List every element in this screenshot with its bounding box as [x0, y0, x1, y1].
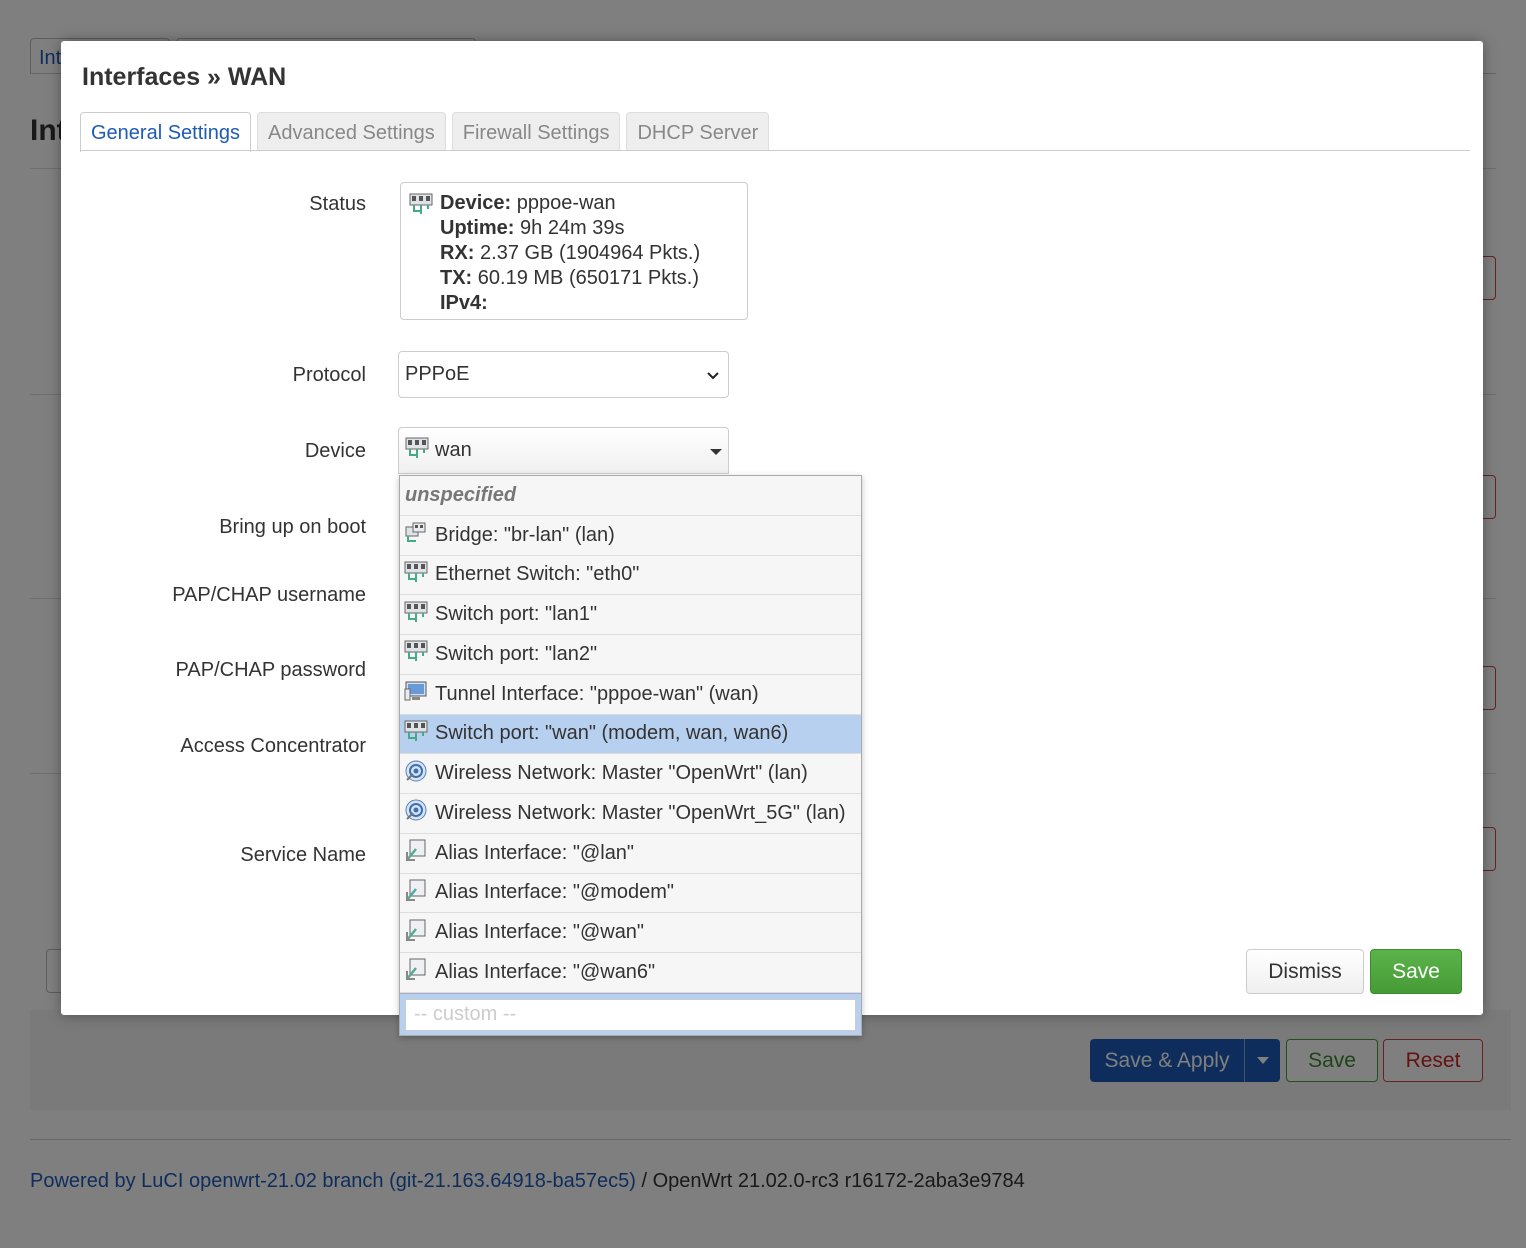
device-label: Device	[304, 440, 366, 462]
bridge-icon	[404, 521, 428, 549]
alias-icon	[404, 839, 428, 867]
dismiss-button[interactable]: Dismiss	[1246, 949, 1364, 994]
device-select[interactable]: wan	[398, 427, 729, 474]
tab-general-settings[interactable]: General Settings	[80, 112, 251, 152]
dropdown-item[interactable]: Wireless Network: Master "OpenWrt" (lan)	[400, 754, 861, 794]
dropdown-item[interactable]: Switch port: "lan1"	[400, 595, 861, 635]
dropdown-item[interactable]: Alias Interface: "@wan"	[400, 913, 861, 953]
alias-icon	[404, 879, 428, 907]
ethernet-icon	[404, 720, 428, 748]
pap-chap-username-label: PAP/CHAP username	[172, 584, 366, 606]
service-name-label: Service Name	[240, 844, 366, 866]
ethernet-icon	[404, 561, 428, 589]
caret-down-icon	[710, 449, 722, 455]
chevron-down-icon	[706, 366, 720, 389]
alias-icon	[404, 919, 428, 947]
custom-device-input[interactable]	[405, 998, 856, 1031]
tunnel-icon	[404, 680, 428, 708]
modal-title: Interfaces » WAN	[82, 63, 287, 91]
dropdown-item[interactable]: Ethernet Switch: "eth0"	[400, 556, 861, 596]
dropdown-item-selected[interactable]: Switch port: "wan" (modem, wan, wan6)	[400, 714, 861, 755]
ethernet-icon	[404, 640, 428, 668]
ethernet-icon	[404, 601, 428, 629]
device-dropdown-list: unspecified Bridge: "br-lan" (lan) Ether…	[399, 475, 862, 1036]
dropdown-item[interactable]: Wireless Network: Master "OpenWrt_5G" (l…	[400, 794, 861, 834]
save-button[interactable]: Save	[1370, 949, 1462, 994]
dropdown-item[interactable]: Alias Interface: "@lan"	[400, 834, 861, 874]
status-box: Device: pppoe-wan Uptime: 9h 24m 39s RX:…	[400, 182, 748, 320]
alias-icon	[404, 958, 428, 986]
tab-advanced-settings[interactable]: Advanced Settings	[256, 112, 446, 151]
ethernet-icon	[405, 437, 429, 465]
dropdown-item[interactable]: Tunnel Interface: "pppoe-wan" (wan)	[400, 675, 861, 715]
bring-up-on-boot-label: Bring up on boot	[219, 516, 366, 538]
access-concentrator-label: Access Concentrator	[180, 735, 366, 757]
dropdown-item[interactable]: Switch port: "lan2"	[400, 635, 861, 675]
tab-bar: General Settings Advanced Settings Firew…	[80, 112, 770, 152]
tab-firewall-settings[interactable]: Firewall Settings	[451, 112, 621, 151]
pap-chap-password-label: PAP/CHAP password	[175, 659, 366, 681]
dropdown-item[interactable]: Alias Interface: "@modem"	[400, 874, 861, 914]
status-label: Status	[309, 193, 366, 215]
wireless-icon	[404, 799, 428, 827]
protocol-label: Protocol	[292, 364, 366, 386]
protocol-select[interactable]: PPPoE	[398, 351, 729, 398]
wireless-icon	[404, 760, 428, 788]
dropdown-item[interactable]: Alias Interface: "@wan6"	[400, 953, 861, 993]
ethernet-icon	[409, 193, 433, 222]
dropdown-item[interactable]: Bridge: "br-lan" (lan)	[400, 516, 861, 556]
tab-dhcp-server[interactable]: DHCP Server	[626, 112, 770, 151]
custom-device-row	[400, 992, 861, 1035]
dropdown-item-unspecified[interactable]: unspecified	[400, 476, 861, 516]
